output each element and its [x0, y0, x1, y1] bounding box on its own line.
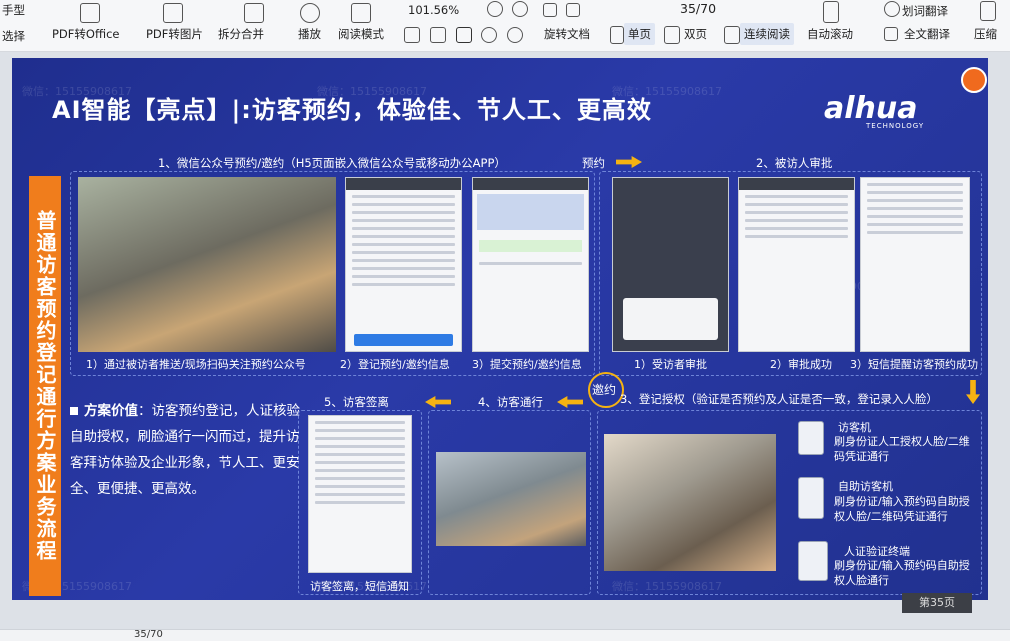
floating-action-icon[interactable]	[961, 67, 987, 93]
caption-5: 访客签离，短信通知	[310, 580, 409, 593]
play-icon[interactable]	[300, 3, 320, 23]
rotate-right-icon[interactable]	[507, 27, 523, 43]
slide-page: 微信：15155908617 微信：15155908617 微信：1515590…	[12, 58, 988, 600]
continuous-read-button[interactable]: 连续阅读	[740, 23, 794, 45]
arrow-right-icon	[616, 156, 642, 168]
caption-1-1: 1）通过被访者推送/现场扫码关注预约公众号	[86, 358, 306, 371]
reserve-label: 预约	[582, 156, 605, 170]
device-2-title: 自助访客机	[838, 480, 893, 493]
translate-icon	[884, 1, 900, 17]
arrow-left-icon	[425, 396, 451, 408]
device-2-desc: 刷身份证/输入预约码自助授权人脸/二维码凭证通行	[834, 495, 970, 523]
step3-title: 3、登记授权（验证是否预约及人证是否一致，登记录入人脸）	[620, 392, 938, 406]
read-mode-button[interactable]: 阅读模式	[334, 23, 388, 45]
reception-photo	[78, 177, 336, 352]
hand-mode-label[interactable]: 手型	[2, 2, 25, 18]
fit-width-icon[interactable]	[404, 27, 420, 43]
logo-subtitle: TECHNOLOGY	[866, 122, 925, 130]
page-number-badge: 第35页	[902, 593, 972, 613]
bullet-icon	[70, 407, 78, 415]
invite-label: 邀约	[592, 383, 617, 397]
solution-value-text: 方案价值：访客预约登记，人证核验自助授权，刷脸通行一闪而过，提升访客拜访体验及企…	[70, 398, 310, 502]
register-form-phone	[345, 177, 462, 352]
full-translate-icon	[884, 27, 898, 41]
single-page-button[interactable]: 单页	[624, 23, 655, 45]
double-page-icon	[664, 26, 680, 44]
dahua-logo: alhua TECHNOLOGY	[824, 91, 944, 131]
self-service-machine-icon	[798, 477, 824, 519]
rotate-doc-button[interactable]: 旋转文档	[540, 23, 594, 45]
arrow-left-icon	[557, 396, 583, 408]
caption-2-3: 3）短信提醒访客预约成功	[850, 358, 978, 371]
crop-icon[interactable]	[430, 27, 446, 43]
step2-title: 2、被访人审批	[756, 156, 833, 170]
page-indicator[interactable]: 35/70	[680, 1, 716, 16]
id-verify-terminal-icon	[798, 541, 828, 581]
auto-scroll-icon	[823, 1, 839, 23]
single-page-icon	[610, 26, 624, 44]
caption-1-2: 2）登记预约/邀约信息	[340, 358, 450, 371]
prev-page-icon[interactable]	[543, 3, 557, 17]
step1-title: 1、微信公众号预约/邀约（H5页面嵌入微信公众号或移动办公APP）	[158, 156, 506, 170]
visitor-machine-icon	[798, 421, 824, 455]
caption-2-1: 1）受访者审批	[634, 358, 707, 371]
book-icon[interactable]	[351, 3, 371, 23]
registration-photo	[604, 434, 776, 571]
full-translate-button[interactable]: 全文翻译	[900, 23, 954, 45]
status-bar: 35/70	[0, 629, 1010, 641]
status-page-indicator[interactable]: 35/70	[134, 629, 163, 640]
zoom-level[interactable]: 101.56%	[408, 3, 459, 17]
continuous-icon	[724, 26, 740, 44]
step4-title: 4、访客通行	[478, 395, 543, 409]
signout-sms-phone	[308, 415, 412, 573]
split-merge-button[interactable]: 拆分合并	[214, 23, 268, 45]
rotate-left-icon[interactable]	[481, 27, 497, 43]
double-page-button[interactable]: 双页	[680, 23, 711, 45]
submit-form-phone	[472, 177, 589, 352]
arrow-down-icon	[966, 380, 980, 404]
approval-success-phone	[738, 177, 855, 352]
step5-title: 5、访客签离	[324, 395, 389, 409]
caption-1-3: 3）提交预约/邀约信息	[472, 358, 582, 371]
split-icon[interactable]	[244, 3, 264, 23]
compress-icon	[980, 1, 996, 21]
compress-button[interactable]: 压缩	[970, 23, 1001, 45]
gate-photo	[436, 452, 586, 546]
sms-phone	[860, 177, 970, 352]
word-translate-button[interactable]: 划词翻译	[902, 3, 948, 19]
logo-text: alhua	[824, 91, 918, 126]
process-vertical-label: 普通访客预约登记通行方案业务流程	[29, 176, 61, 596]
pdf-toolbar: 手型 选择 PDF转Office PDF转图片 拆分合并 播放 阅读模式 101…	[0, 0, 1010, 52]
zoom-in-icon[interactable]	[512, 1, 528, 17]
zoom-out-icon[interactable]	[487, 1, 503, 17]
approval-phone	[612, 177, 729, 352]
pdf-image-icon[interactable]	[163, 3, 183, 23]
auto-scroll-button[interactable]: 自动滚动	[803, 23, 857, 45]
next-page-icon[interactable]	[566, 3, 580, 17]
pdf-to-image-button[interactable]: PDF转图片	[142, 23, 207, 45]
device-1-desc: 刷身份证人工授权人脸/二维码凭证通行	[834, 435, 970, 463]
pdf-office-icon[interactable]	[80, 3, 100, 23]
select-tool-button[interactable]: 选择	[2, 28, 25, 44]
caption-2-2: 2）审批成功	[770, 358, 832, 371]
value-label: 方案价值	[84, 403, 138, 419]
slide-title: AI智能【亮点】|:访客预约，体验佳、节人工、更高效	[52, 96, 652, 124]
pdf-to-office-button[interactable]: PDF转Office	[48, 23, 123, 45]
device-3-title: 人证验证终端	[844, 545, 910, 558]
select-area-icon[interactable]	[456, 27, 472, 43]
device-1-title: 访客机	[838, 421, 871, 434]
play-button[interactable]: 播放	[294, 23, 325, 45]
device-3-desc: 刷身份证/输入预约码自助授权人脸通行	[834, 559, 970, 587]
